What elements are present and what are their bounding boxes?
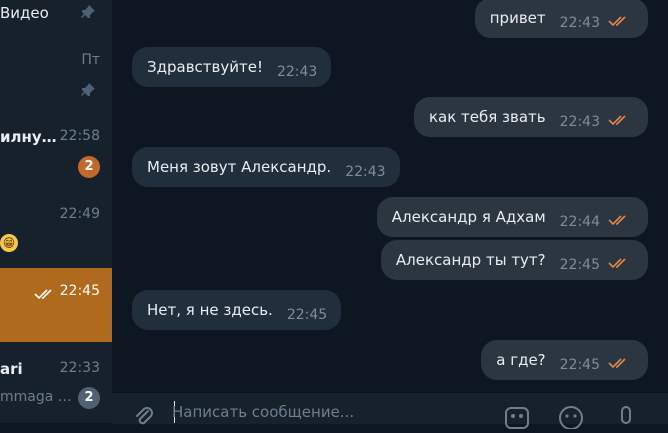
message-time: 22:44 (559, 214, 600, 230)
message-text: как тебя звать (428, 108, 546, 126)
message-outgoing[interactable]: а где? 22:45 (481, 340, 648, 380)
message-incoming[interactable]: Меня зовут Александр. 22:43 (132, 147, 400, 187)
chat-time: 22:49 (59, 206, 100, 222)
pin-icon (80, 4, 96, 24)
read-ticks-icon (608, 257, 630, 273)
chat-name: илну… (0, 128, 57, 146)
message-outgoing[interactable]: Александр ты тут? 22:45 (380, 240, 648, 280)
grin-emoji-icon: 😁 (0, 234, 18, 252)
message-text: Меня зовут Александр. (147, 158, 332, 176)
message-time: 22:43 (276, 64, 318, 80)
read-ticks-icon (608, 15, 630, 31)
message-composer (112, 392, 668, 430)
chat-time: 22:45 (59, 283, 100, 299)
chat-time: 22:58 (59, 128, 100, 144)
message-text: Нет, я не здесь. (147, 301, 273, 319)
read-ticks-icon (608, 357, 630, 373)
message-incoming[interactable]: Нет, я не здесь. 22:45 (132, 290, 342, 330)
chat-list-item[interactable]: илну… 22:58 2 (0, 118, 112, 188)
message-text: а где? (496, 351, 546, 369)
message-time: 22:43 (559, 114, 600, 130)
chat-list-item[interactable]: ari 22:33 mmaga … 2 (0, 350, 112, 420)
message-outgoing[interactable]: как тебя звать 22:43 (413, 97, 648, 137)
read-ticks-icon (608, 114, 630, 130)
chat-preview: mmaga … (0, 389, 72, 405)
chat-time: Пт (81, 52, 100, 68)
message-time: 22:43 (345, 164, 386, 180)
chat-list-item-active[interactable]: 22:45 (0, 268, 112, 342)
message-outgoing[interactable]: Александр я Адхам 22:44 (376, 197, 648, 237)
message-text: Здравствуйте! (147, 58, 263, 76)
attach-icon[interactable] (132, 405, 156, 433)
chat-list-item[interactable]: Видео (0, 0, 112, 30)
message-time: 22:45 (286, 307, 328, 323)
unread-badge: 2 (78, 156, 100, 178)
chat-list-item[interactable]: Пт (0, 44, 112, 104)
bot-commands-icon[interactable] (504, 405, 530, 433)
chat-time: 22:33 (59, 360, 100, 376)
message-text: Александр я Адхам (391, 208, 546, 226)
read-ticks-icon (34, 285, 56, 304)
unread-badge: 2 (78, 387, 100, 409)
read-ticks-icon (608, 214, 630, 230)
message-text: привет (489, 9, 546, 27)
microphone-icon[interactable] (616, 405, 636, 433)
emoji-icon[interactable] (558, 405, 584, 433)
message-incoming[interactable]: Здравствуйте! 22:43 (132, 47, 332, 87)
message-input[interactable] (172, 403, 492, 421)
message-time: 22:45 (559, 257, 600, 273)
chat-name: Видео (0, 4, 49, 22)
message-text: Александр ты тут? (395, 251, 546, 269)
message-outgoing[interactable]: привет 22:43 (474, 0, 648, 38)
chat-list-item[interactable]: 22:49 😁 (0, 198, 112, 264)
pin-icon (80, 82, 96, 102)
message-area[interactable]: привет 22:43 Здравствуйте! 22:43 как теб… (112, 0, 668, 392)
message-time: 22:43 (559, 15, 600, 31)
chat-list-sidebar: Видео Пт илну… 22:58 2 22:49 😁 22:45 ari… (0, 0, 112, 423)
chat-name: ari (0, 360, 23, 378)
message-time: 22:45 (559, 357, 600, 373)
